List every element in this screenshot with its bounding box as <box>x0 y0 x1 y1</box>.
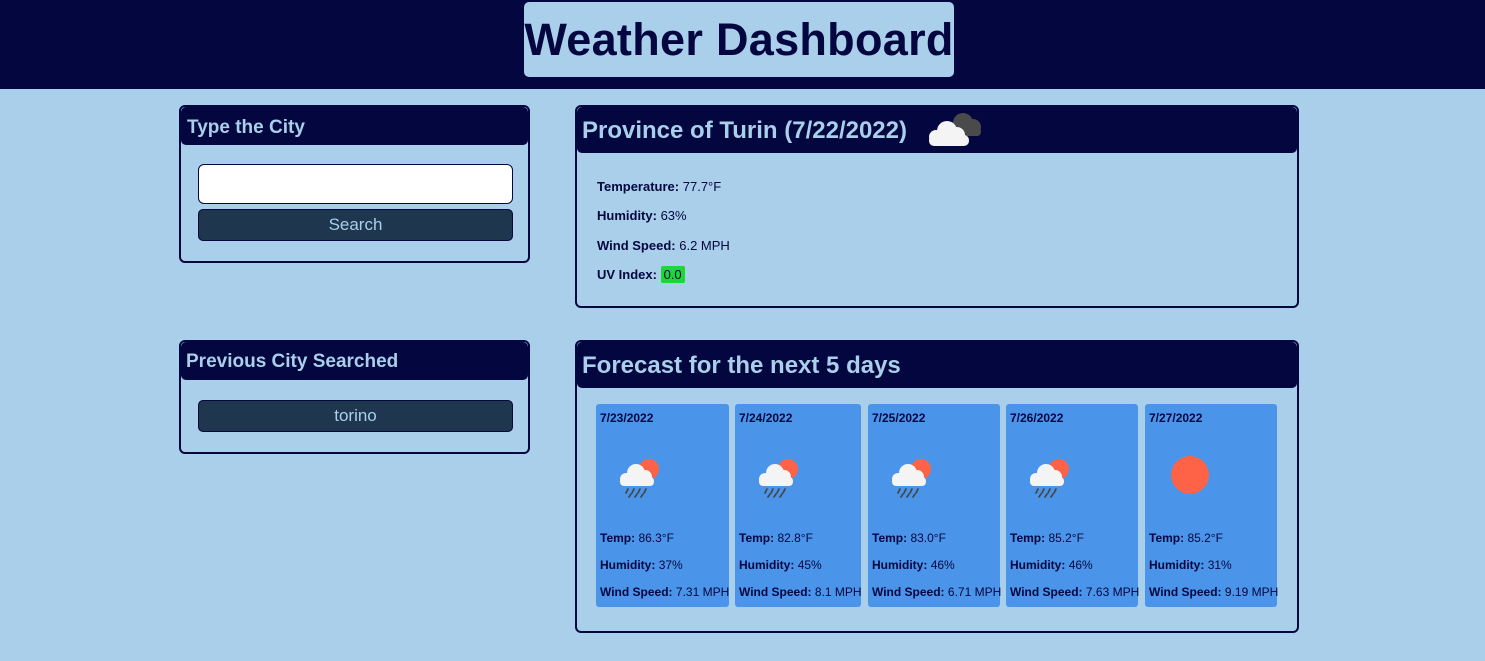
current-uv-index: UV Index: 0.0 <box>597 266 685 283</box>
forecast-date: 7/23/2022 <box>600 411 654 425</box>
current-city-title: Province of Turin (7/22/2022) <box>582 117 907 144</box>
forecast-day-card: 7/25/2022 Temp: 83.0°F Humidity: 46% Win… <box>868 404 1002 607</box>
forecast-temp: Temp: 85.2°F <box>1149 531 1223 545</box>
forecast-humidity: Humidity: 46% <box>872 558 955 572</box>
forecast-wind: Wind Speed: 8.1 MPH <box>739 585 862 599</box>
search-button[interactable]: Search <box>198 209 513 241</box>
forecast-day-card: 7/27/2022 Temp: 85.2°F Humidity: 31% Win… <box>1145 404 1279 607</box>
forecast-temp: Temp: 86.3°F <box>600 531 674 545</box>
forecast-date: 7/27/2022 <box>1149 411 1203 425</box>
forecast-wind: Wind Speed: 9.19 MPH <box>1149 585 1279 599</box>
page-title: Weather Dashboard <box>524 13 954 65</box>
rain-sun-icon <box>755 452 805 498</box>
search-card: Type the City Search <box>179 105 530 263</box>
forecast-temp: Temp: 82.8°F <box>739 531 813 545</box>
forecast-humidity: Humidity: 37% <box>600 558 683 572</box>
rain-sun-icon <box>1026 452 1076 498</box>
forecast-wind: Wind Speed: 7.63 MPH <box>1010 585 1140 599</box>
forecast-temp: Temp: 85.2°F <box>1010 531 1084 545</box>
current-weather-header: Province of Turin (7/22/2022) <box>577 107 1297 153</box>
forecast-day-card: 7/26/2022 Temp: 85.2°F Humidity: 46% Win… <box>1006 404 1140 607</box>
current-humidity: Humidity: 63% <box>597 208 687 223</box>
forecast-humidity: Humidity: 46% <box>1010 558 1093 572</box>
rain-sun-icon <box>616 452 666 498</box>
current-temperature: Temperature: 77.7°F <box>597 179 722 194</box>
forecast-date: 7/26/2022 <box>1010 411 1064 425</box>
history-item-button[interactable]: torino <box>198 400 513 432</box>
forecast-wind: Wind Speed: 7.31 MPH <box>600 585 730 599</box>
current-weather-card: Province of Turin (7/22/2022) Temperatur… <box>575 105 1299 308</box>
title-box: Weather Dashboard <box>524 2 954 77</box>
forecast-temp: Temp: 83.0°F <box>872 531 946 545</box>
rain-sun-icon <box>888 452 938 498</box>
sun-icon <box>1165 452 1215 498</box>
forecast-humidity: Humidity: 31% <box>1149 558 1232 572</box>
current-wind-speed: Wind Speed: 6.2 MPH <box>597 238 730 253</box>
search-heading: Type the City <box>181 107 528 145</box>
forecast-card: Forecast for the next 5 days 7/23/2022 T… <box>575 340 1299 633</box>
forecast-day-card: 7/23/2022 Temp: 86.3°F Humidity: 37% Win… <box>596 404 729 607</box>
forecast-heading: Forecast for the next 5 days <box>577 342 1297 388</box>
forecast-date: 7/24/2022 <box>739 411 793 425</box>
forecast-date: 7/25/2022 <box>872 411 926 425</box>
header-bar: Weather Dashboard <box>0 0 1485 89</box>
uv-badge: 0.0 <box>660 266 685 283</box>
forecast-day-card: 7/24/2022 Temp: 82.8°F Humidity: 45% Win… <box>735 404 862 607</box>
city-search-input[interactable] <box>198 164 513 204</box>
history-heading: Previous City Searched <box>181 342 528 380</box>
history-card: Previous City Searched torino <box>179 340 530 454</box>
cloudy-icon <box>925 109 985 149</box>
forecast-humidity: Humidity: 45% <box>739 558 822 572</box>
forecast-wind: Wind Speed: 6.71 MPH <box>872 585 1002 599</box>
